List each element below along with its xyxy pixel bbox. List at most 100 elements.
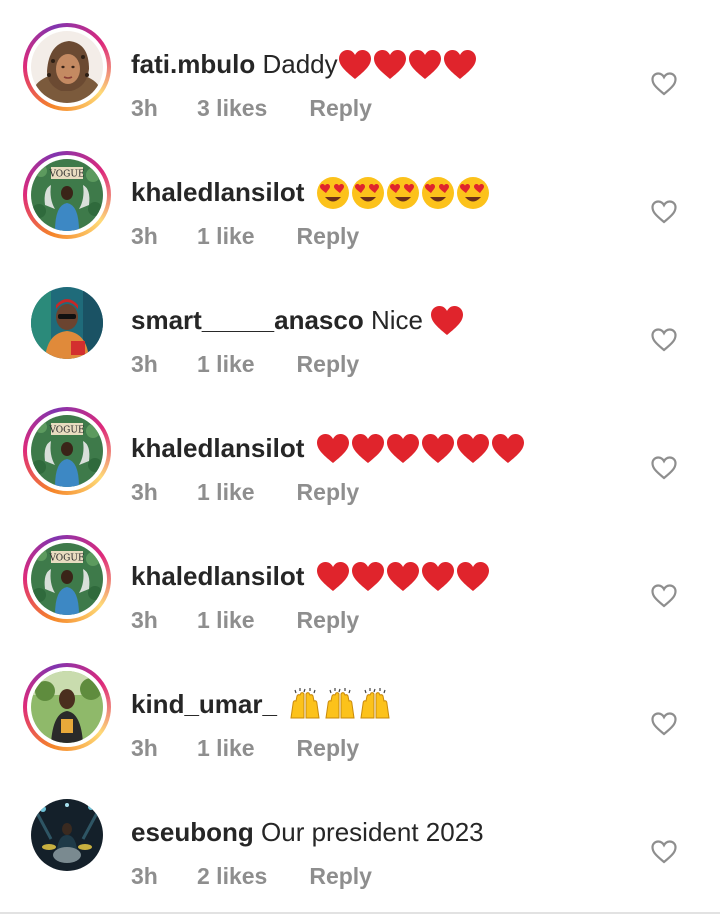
avatar[interactable] [31,671,103,743]
red-heart-icon [443,50,476,80]
avatar-story-ring[interactable]: VOGUE [23,535,111,623]
red-heart-icon [386,562,419,592]
comment-body: Daddy [262,49,338,79]
comment-username[interactable]: eseubong [131,817,254,847]
avatar-container[interactable] [31,799,103,871]
avatar[interactable] [31,799,103,871]
heart-outline-icon[interactable] [651,840,677,864]
emoji-row [316,555,491,595]
heart-outline-icon[interactable] [651,328,677,352]
comment-item: smart_____anasco Nice 3h 1 like Reply [0,276,720,404]
comment-likes-count[interactable]: 1 like [197,733,255,763]
emoji-row [338,43,478,83]
reply-button[interactable]: Reply [297,733,360,763]
comment-username[interactable]: khaledlansilot [131,177,304,207]
emoji-row [288,683,393,723]
comment-likes-count[interactable]: 2 likes [197,861,267,891]
red-heart-icon [316,562,349,592]
comment-meta: 3h 2 likes Reply [131,861,372,891]
comment-text: khaledlansilot [131,556,491,596]
comment-username[interactable]: khaledlansilot [131,433,304,463]
avatar-vogue-backdrop-image: VOGUE [31,159,103,231]
reply-button[interactable]: Reply [297,349,360,379]
avatar-story-ring[interactable] [23,663,111,751]
comment-item: kind_umar_ 3h 1 like Reply [0,660,720,788]
comment-username[interactable]: smart_____anasco [131,305,364,335]
red-heart-icon [373,50,406,80]
reply-button[interactable]: Reply [297,605,360,635]
red-heart-icon [351,434,384,464]
comment-username[interactable]: fati.mbulo [131,49,255,79]
comment-text: eseubong Our president 2023 [131,812,484,852]
avatar[interactable]: VOGUE [31,159,103,231]
reply-button[interactable]: Reply [297,221,360,251]
red-heart-icon [431,306,464,336]
heart-outline-icon[interactable] [651,584,677,608]
red-heart-icon [456,434,489,464]
svg-text:VOGUE: VOGUE [48,170,84,180]
avatar-story-ring[interactable] [23,23,111,111]
comment-time: 3h [131,95,158,121]
comment-likes-count[interactable]: 1 like [197,349,255,379]
reply-button[interactable]: Reply [297,477,360,507]
comment-time: 3h [131,863,158,889]
raising-hands-icon [325,688,355,719]
comment-time: 3h [131,479,158,505]
red-heart-icon [386,434,419,464]
comment-text: smart_____anasco Nice [131,300,465,340]
avatar-container[interactable] [31,287,103,359]
comment-item: VOGUE khaledlansilot 3h 1 like Reply [0,532,720,660]
avatar[interactable] [31,287,103,359]
heart-eyes-icon [316,177,349,210]
heart-outline-icon[interactable] [651,72,677,96]
comment-time: 3h [131,351,158,377]
comment-likes-count[interactable]: 3 likes [197,93,267,123]
comment-username[interactable]: kind_umar_ [131,689,277,719]
raising-hands-icon [290,688,320,719]
red-heart-icon [421,562,454,592]
comment-body: Our president 2023 [261,817,484,847]
comment-body: Nice [370,305,423,335]
comment-text: fati.mbulo Daddy [131,44,478,84]
red-heart-icon [408,50,441,80]
comment-time: 3h [131,735,158,761]
comment-meta: 3h 3 likes Reply [131,93,372,123]
avatar-drummer-stage-image [31,799,103,871]
heart-eyes-icon [386,177,419,210]
avatar-vogue-backdrop-image: VOGUE [31,415,103,487]
avatar-vogue-backdrop-image: VOGUE [31,543,103,615]
avatar-man-outdoors-image [31,671,103,743]
red-heart-icon [316,434,349,464]
heart-eyes-icon [351,177,384,210]
heart-outline-icon[interactable] [651,200,677,224]
heart-outline-icon[interactable] [651,712,677,736]
red-heart-icon [491,434,524,464]
comment-item: fati.mbulo Daddy 3h 3 likes Reply [0,20,720,148]
svg-text:VOGUE: VOGUE [48,426,84,436]
comment-likes-count[interactable]: 1 like [197,477,255,507]
comment-username[interactable]: khaledlansilot [131,561,304,591]
reply-button[interactable]: Reply [309,861,372,891]
comment-item: VOGUE khaledlansilot 3h 1 like Reply [0,148,720,276]
heart-eyes-icon [456,177,489,210]
raising-hands-icon [360,688,390,719]
comment-meta: 3h 1 like Reply [131,349,359,379]
comment-meta: 3h 1 like Reply [131,605,359,635]
comment-likes-count[interactable]: 1 like [197,221,255,251]
avatar-story-ring[interactable]: VOGUE [23,407,111,495]
avatar[interactable]: VOGUE [31,543,103,615]
avatar[interactable]: VOGUE [31,415,103,487]
avatar[interactable] [31,31,103,103]
red-heart-icon [421,434,454,464]
comment-likes-count[interactable]: 1 like [197,605,255,635]
svg-text:VOGUE: VOGUE [48,554,84,564]
comment-time: 3h [131,223,158,249]
avatar-story-ring[interactable]: VOGUE [23,151,111,239]
heart-outline-icon[interactable] [651,456,677,480]
reply-button[interactable]: Reply [309,93,372,123]
emoji-row [430,299,465,339]
comment-text: kind_umar_ [131,684,393,724]
comment-item: VOGUE khaledlansilot 3h 1 like Reply [0,404,720,532]
comment-item: eseubong Our president 2023 3h 2 likes Rep… [0,788,720,914]
red-heart-icon [351,562,384,592]
